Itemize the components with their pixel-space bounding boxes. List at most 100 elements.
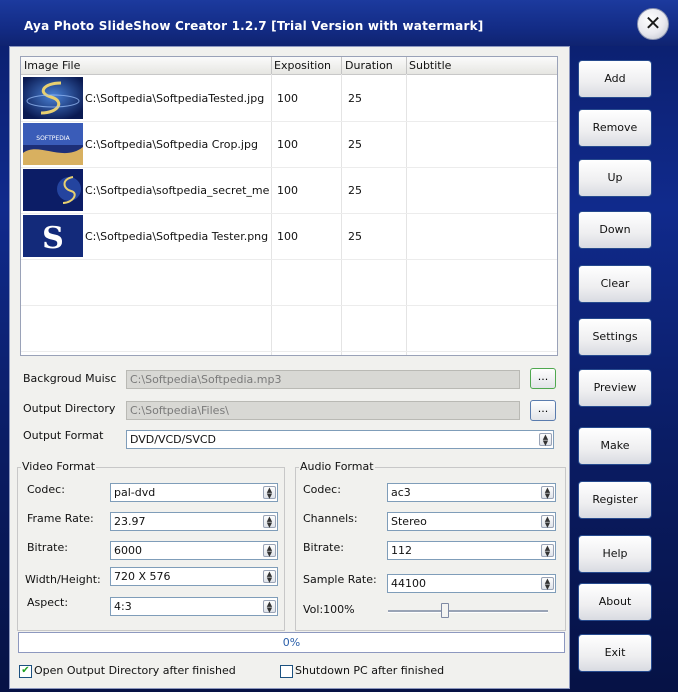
close-icon: ✕ [644, 11, 662, 35]
down-button[interactable]: Down [578, 211, 652, 249]
duration-cell: 25 [348, 92, 362, 105]
bg-music-label: Backgroud Muisc [23, 372, 117, 385]
image-thumbnail: S [23, 215, 83, 257]
audio-codec-select[interactable]: ac3 ▲ ▼ [387, 483, 556, 502]
table-row[interactable]: S C:\Softpedia\Softpedia Tester.png 100 … [21, 213, 557, 260]
video-codec-select[interactable]: pal-dvd ▲ ▼ [110, 483, 278, 502]
svg-text:SOFTPEDIA: SOFTPEDIA [36, 135, 70, 142]
col-header-exposition[interactable]: Exposition [274, 59, 331, 72]
image-file-cell: C:\Softpedia\Softpedia Tester.png [85, 230, 269, 243]
channels-select[interactable]: Stereo ▲ ▼ [387, 512, 556, 531]
exit-button[interactable]: Exit [578, 634, 652, 672]
clear-button[interactable]: Clear [578, 265, 652, 303]
audio-codec-value: ac3 [391, 486, 411, 499]
about-button[interactable]: About [578, 583, 652, 621]
output-directory-label: Output Directory [23, 402, 116, 415]
frame-rate-value: 23.97 [114, 515, 146, 528]
help-button[interactable]: Help [578, 535, 652, 573]
close-button[interactable]: ✕ [637, 8, 669, 40]
output-directory-field[interactable]: C:\Softpedia\Files\ [126, 401, 520, 420]
checkmark-icon: ✔ [21, 665, 30, 676]
image-thumbnail [23, 77, 83, 119]
video-format-title: Video Format [21, 460, 97, 473]
window-title: Aya Photo SlideShow Creator 1.2.7 [Trial… [24, 19, 484, 33]
sample-rate-label: Sample Rate: [303, 573, 377, 586]
updown-spinner-icon[interactable]: ▲ ▼ [541, 577, 554, 591]
browse-music-button[interactable]: ... [530, 368, 556, 389]
updown-spinner-icon[interactable]: ▲ ▼ [541, 515, 554, 529]
col-header-image-file[interactable]: Image File [24, 59, 80, 72]
exposition-cell: 100 [277, 230, 298, 243]
updown-spinner-icon[interactable]: ▲ ▼ [541, 544, 554, 558]
image-file-cell: C:\Softpedia\SoftpediaTested.jpg [85, 92, 265, 105]
exposition-cell: 100 [277, 184, 298, 197]
updown-spinner-icon[interactable]: ▲ ▼ [539, 433, 552, 447]
aspect-value: 4:3 [114, 600, 132, 613]
output-format-label: Output Format [23, 429, 104, 442]
main-panel: Image File Exposition Duration Subtitle … [9, 46, 570, 689]
video-codec-label: Codec: [27, 483, 65, 496]
exposition-cell: 100 [277, 138, 298, 151]
progress-text: 0% [282, 636, 301, 649]
add-button[interactable]: Add [578, 60, 652, 98]
browse-directory-button[interactable]: ... [530, 400, 556, 421]
width-height-value: 720 X 576 [114, 570, 171, 583]
duration-cell: 25 [348, 138, 362, 151]
aspect-select[interactable]: 4:3 ▲ ▼ [110, 597, 278, 616]
updown-spinner-icon[interactable]: ▲ ▼ [263, 544, 276, 558]
image-file-cell: C:\Softpedia\softpedia_secret_mess... [85, 184, 269, 197]
volume-slider-track[interactable] [388, 610, 548, 613]
shutdown-label[interactable]: Shutdown PC after finished [295, 664, 444, 677]
updown-spinner-icon[interactable]: ▲ ▼ [263, 486, 276, 500]
table-row[interactable]: C:\Softpedia\SoftpediaTested.jpg 100 25 [21, 75, 557, 122]
title-bar[interactable]: Aya Photo SlideShow Creator 1.2.7 [Trial… [0, 0, 678, 46]
audio-codec-label: Codec: [303, 483, 341, 496]
col-header-duration[interactable]: Duration [345, 59, 393, 72]
channels-value: Stereo [391, 515, 427, 528]
image-thumbnail: SOFTPEDIA [23, 123, 83, 165]
frame-rate-select[interactable]: 23.97 ▲ ▼ [110, 512, 278, 531]
shutdown-checkbox[interactable] [280, 665, 293, 678]
image-file-cell: C:\Softpedia\Softpedia Crop.jpg [85, 138, 258, 151]
exposition-cell: 100 [277, 92, 298, 105]
register-button[interactable]: Register [578, 481, 652, 519]
audio-bitrate-value: 112 [391, 544, 412, 557]
svg-text:S: S [42, 221, 64, 256]
updown-spinner-icon[interactable]: ▲ ▼ [541, 486, 554, 500]
bg-music-field[interactable]: C:\Softpedia\Softpedia.mp3 [126, 370, 520, 389]
settings-button[interactable]: Settings [578, 318, 652, 356]
video-bitrate-label: Bitrate: [27, 541, 68, 554]
volume-slider-thumb[interactable] [441, 603, 449, 618]
updown-spinner-icon[interactable]: ▲ ▼ [263, 515, 276, 529]
sample-rate-select[interactable]: 44100 ▲ ▼ [387, 574, 556, 593]
video-bitrate-value: 6000 [114, 544, 142, 557]
table-row-empty[interactable] [21, 305, 557, 352]
table-row-empty[interactable] [21, 259, 557, 306]
up-button[interactable]: Up [578, 159, 652, 197]
width-height-select[interactable]: 720 X 576 ▲ ▼ [110, 567, 278, 586]
table-row[interactable]: SOFTPEDIA C:\Softpedia\Softpedia Crop.jp… [21, 121, 557, 168]
table-row[interactable]: C:\Softpedia\softpedia_secret_mess... 10… [21, 167, 557, 214]
width-height-label: Width/Height: [25, 573, 101, 586]
col-header-subtitle[interactable]: Subtitle [409, 59, 451, 72]
audio-format-title: Audio Format [299, 460, 375, 473]
output-format-value: DVD/VCD/SVCD [130, 433, 217, 446]
aspect-label: Aspect: [27, 596, 69, 609]
remove-button[interactable]: Remove [578, 109, 652, 147]
video-bitrate-select[interactable]: 6000 ▲ ▼ [110, 541, 278, 560]
duration-cell: 25 [348, 230, 362, 243]
video-codec-value: pal-dvd [114, 486, 156, 499]
preview-button[interactable]: Preview [578, 369, 652, 407]
make-button[interactable]: Make [578, 427, 652, 465]
image-thumbnail [23, 169, 83, 211]
volume-label: Vol:100% [303, 603, 355, 616]
open-dir-label[interactable]: Open Output Directory after finished [34, 664, 236, 677]
sample-rate-value: 44100 [391, 577, 426, 590]
updown-spinner-icon[interactable]: ▲ ▼ [263, 570, 276, 584]
duration-cell: 25 [348, 184, 362, 197]
audio-bitrate-select[interactable]: 112 ▲ ▼ [387, 541, 556, 560]
image-list[interactable]: Image File Exposition Duration Subtitle … [20, 56, 558, 356]
open-dir-checkbox[interactable]: ✔ [19, 665, 32, 678]
output-format-select[interactable]: DVD/VCD/SVCD ▲ ▼ [126, 430, 554, 449]
updown-spinner-icon[interactable]: ▲ ▼ [263, 600, 276, 614]
